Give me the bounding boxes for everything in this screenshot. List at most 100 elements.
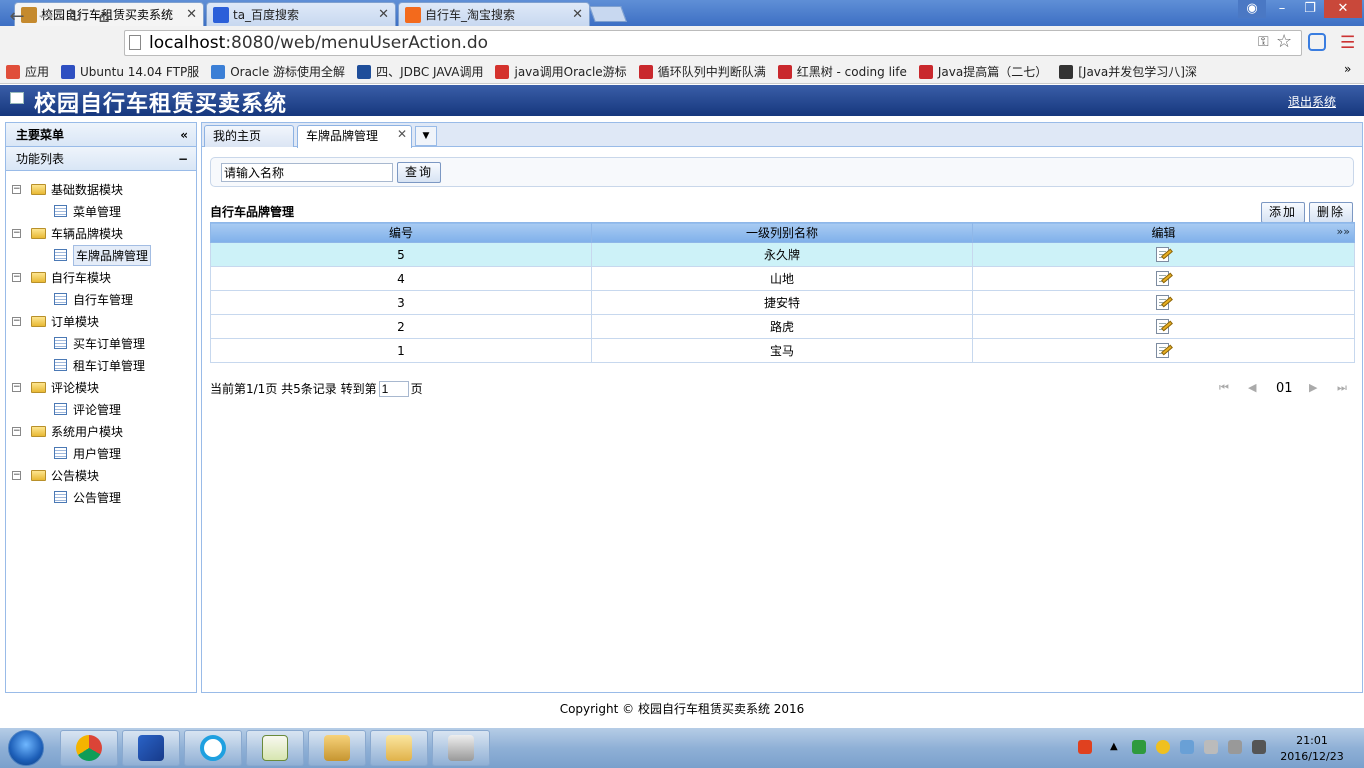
tree-node[interactable]: − 自行车模块 bbox=[12, 267, 111, 287]
tab-home[interactable]: 我的主页 bbox=[204, 125, 294, 147]
edit-icon[interactable] bbox=[1155, 270, 1173, 287]
bookmark-item[interactable]: Oracle 游标使用全解 bbox=[211, 63, 345, 80]
expand-columns-icon[interactable]: »» bbox=[1337, 225, 1350, 238]
sidebar-item[interactable]: 评论管理 bbox=[54, 399, 121, 419]
table-row[interactable]: 2 路虎 bbox=[210, 314, 1355, 339]
tray-icon[interactable] bbox=[1180, 740, 1194, 754]
collapse-toggle-icon[interactable]: − bbox=[12, 228, 21, 238]
taskbar-chrome[interactable] bbox=[60, 730, 118, 766]
close-window-icon[interactable]: ✕ bbox=[1324, 0, 1362, 18]
collapse-toggle-icon[interactable]: − bbox=[12, 426, 21, 436]
column-header-name[interactable]: 一级列别名称 bbox=[591, 222, 973, 243]
edit-icon[interactable] bbox=[1155, 294, 1173, 311]
prev-page-icon[interactable]: ◀ bbox=[1248, 381, 1256, 394]
table-row[interactable]: 4 山地 bbox=[210, 266, 1355, 291]
bookmark-item[interactable]: 循环队列中判断队满 bbox=[638, 63, 766, 80]
section-collapse-icon[interactable]: − bbox=[178, 147, 188, 171]
tab-close-icon[interactable]: ✕ bbox=[566, 7, 583, 22]
star-icon[interactable]: ☆ bbox=[1276, 31, 1292, 52]
edit-icon[interactable] bbox=[1155, 246, 1173, 263]
table-row[interactable]: 1 宝马 bbox=[210, 338, 1355, 363]
reload-icon[interactable]: ↻ bbox=[64, 6, 86, 28]
restore-icon[interactable]: ❐ bbox=[1296, 0, 1324, 18]
taskbar-tools[interactable] bbox=[308, 730, 366, 766]
tree-node[interactable]: − 车辆品牌模块 bbox=[12, 223, 123, 243]
tab-close-icon[interactable]: ✕ bbox=[372, 7, 389, 22]
tree-node[interactable]: − 订单模块 bbox=[12, 311, 99, 331]
address-bar[interactable]: localhost:8080/web/menuUserAction.do bbox=[124, 30, 1302, 56]
home-icon[interactable]: ⌂ bbox=[93, 6, 115, 28]
bookmark-item[interactable]: [Java并发包学习八]深 bbox=[1059, 63, 1197, 80]
show-hidden-icons-icon[interactable]: ▲ bbox=[1110, 741, 1118, 752]
volume-icon[interactable] bbox=[1204, 740, 1218, 754]
bookmark-item[interactable]: Ubuntu 14.04 FTP服 bbox=[61, 63, 199, 80]
tree-node[interactable]: − 评论模块 bbox=[12, 377, 99, 397]
search-input[interactable] bbox=[221, 163, 393, 182]
bookmark-item[interactable]: java调用Oracle游标 bbox=[495, 63, 627, 80]
sidebar-item[interactable]: 买车订单管理 bbox=[54, 333, 145, 353]
start-button[interactable] bbox=[8, 730, 44, 766]
collapse-icon[interactable]: « bbox=[180, 123, 188, 147]
column-header-edit[interactable]: 编辑 »» bbox=[972, 222, 1355, 243]
tab-close-icon[interactable]: ✕ bbox=[180, 7, 197, 22]
bookmark-item[interactable]: 应用 bbox=[6, 63, 49, 80]
logout-link[interactable]: 退出系统 bbox=[1288, 93, 1336, 110]
sidebar-item[interactable]: 用户管理 bbox=[54, 443, 121, 463]
new-tab-button[interactable] bbox=[589, 6, 627, 22]
menu-icon[interactable]: ☰ bbox=[1340, 33, 1355, 53]
add-button[interactable]: 添加 bbox=[1261, 202, 1305, 223]
sidebar-item[interactable]: 自行车管理 bbox=[54, 289, 133, 309]
taskbar-intellij[interactable] bbox=[122, 730, 180, 766]
sidebar-item[interactable]: 租车订单管理 bbox=[54, 355, 145, 375]
bookmark-item[interactable]: Java提高篇（二七） bbox=[918, 63, 1047, 80]
minimize-icon[interactable]: – bbox=[1268, 0, 1296, 18]
taskbar-video[interactable] bbox=[432, 730, 490, 766]
first-page-icon[interactable]: ⏮ bbox=[1219, 381, 1229, 395]
sidebar-item[interactable]: 公告管理 bbox=[54, 487, 121, 507]
tray-icon[interactable] bbox=[1228, 740, 1242, 754]
browser-tab[interactable]: 自行车_淘宝搜索 ✕ bbox=[398, 2, 590, 26]
qq-icon[interactable] bbox=[1156, 740, 1170, 754]
page-number[interactable]: 01 bbox=[1276, 381, 1293, 396]
delete-button[interactable]: 删除 bbox=[1309, 202, 1353, 223]
table-row[interactable]: 5 永久牌 bbox=[210, 242, 1355, 267]
taskbar-editor[interactable] bbox=[246, 730, 304, 766]
collapse-toggle-icon[interactable]: − bbox=[12, 272, 21, 282]
function-list-header[interactable]: 功能列表 − bbox=[6, 147, 196, 171]
bookmarks-overflow-icon[interactable]: » bbox=[1344, 62, 1351, 76]
taskbar-explorer[interactable] bbox=[370, 730, 428, 766]
extension-icon[interactable] bbox=[1308, 33, 1326, 51]
tray-icon[interactable] bbox=[1132, 740, 1146, 754]
bookmark-item[interactable]: 四、JDBC JAVA调用 bbox=[357, 63, 483, 80]
tree-node[interactable]: − 基础数据模块 bbox=[12, 179, 123, 199]
sidebar-item[interactable]: 车牌品牌管理 bbox=[54, 244, 152, 266]
bookmark-item[interactable]: 红黑树 - coding life bbox=[777, 63, 907, 80]
search-button[interactable]: 查询 bbox=[397, 162, 441, 183]
tab-menu-chevron-down-icon[interactable]: ▼ bbox=[415, 126, 437, 146]
page-jump-input[interactable] bbox=[378, 380, 409, 397]
browser-tab[interactable]: ta_百度搜索 ✕ bbox=[206, 2, 396, 26]
back-icon[interactable]: ← bbox=[6, 6, 28, 28]
collapse-toggle-icon[interactable]: − bbox=[12, 316, 21, 326]
tree-node[interactable]: − 公告模块 bbox=[12, 465, 99, 485]
column-header-id[interactable]: 编号 bbox=[210, 222, 592, 243]
table-row[interactable]: 3 捷安特 bbox=[210, 290, 1355, 315]
last-page-icon[interactable]: ⏭ bbox=[1337, 381, 1347, 395]
edit-icon[interactable] bbox=[1155, 318, 1173, 335]
system-clock[interactable]: 21:01 2016/12/23 bbox=[1272, 733, 1352, 765]
tab-brand-management[interactable]: 车牌品牌管理 ✕ bbox=[297, 125, 412, 148]
network-icon[interactable] bbox=[1252, 740, 1266, 754]
tab-close-icon[interactable]: ✕ bbox=[397, 124, 407, 144]
next-page-icon[interactable]: ▶ bbox=[1309, 381, 1317, 394]
forward-icon[interactable]: → bbox=[35, 6, 57, 28]
ime-icon[interactable] bbox=[1078, 740, 1092, 754]
edit-icon[interactable] bbox=[1155, 342, 1173, 359]
collapse-toggle-icon[interactable]: − bbox=[12, 382, 21, 392]
collapse-toggle-icon[interactable]: − bbox=[12, 184, 21, 194]
sidebar-item[interactable]: 菜单管理 bbox=[54, 201, 121, 221]
tree-node[interactable]: − 系统用户模块 bbox=[12, 421, 123, 441]
user-profile-icon[interactable]: ◉ bbox=[1238, 0, 1266, 18]
taskbar-app[interactable] bbox=[184, 730, 242, 766]
key-icon[interactable]: ⚿ bbox=[1258, 34, 1269, 50]
collapse-toggle-icon[interactable]: − bbox=[12, 470, 21, 480]
